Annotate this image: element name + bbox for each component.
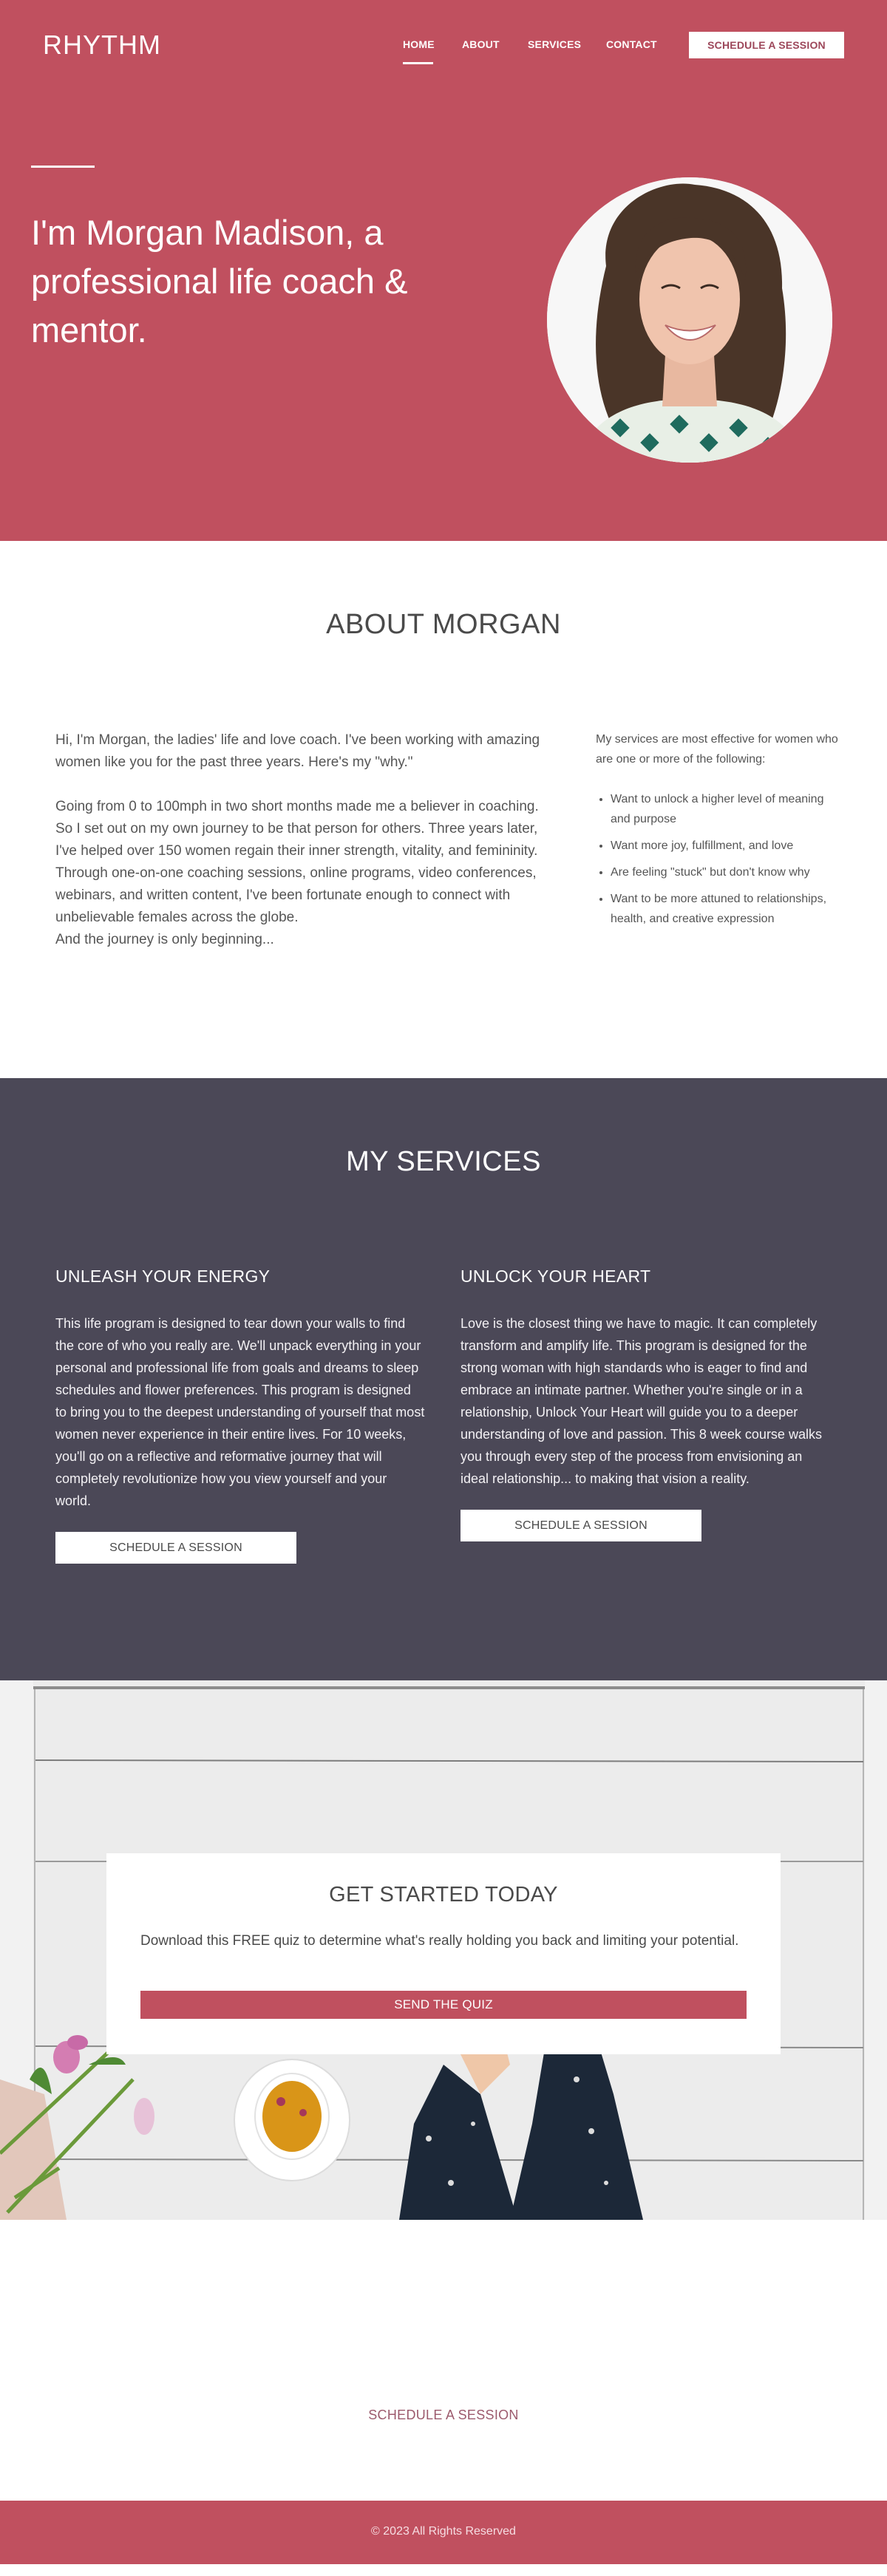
service-description: This life program is designed to tear do… (55, 1316, 425, 1508)
nav-item-services[interactable]: SERVICES (528, 38, 581, 50)
service-card-unleash-energy: UNLEASH YOUR ENERGY This life program is… (55, 1267, 425, 1564)
service-card-unlock-heart: UNLOCK YOUR HEART Love is the closest th… (461, 1267, 834, 1541)
hero-section: RHYTHM HOME ABOUT SERVICES CONTACT SCHED… (0, 0, 887, 541)
cta-section: SCHEDULE A SESSION (0, 2220, 887, 2501)
services-section: MY SERVICES UNLEASH YOUR ENERGY This lif… (0, 1078, 887, 1680)
about-audience: My services are most effective for women… (596, 729, 840, 936)
portrait-image (547, 177, 832, 463)
get-started-section: GET STARTED TODAY Download this FREE qui… (0, 1680, 887, 2220)
get-started-card: GET STARTED TODAY Download this FREE qui… (106, 1853, 781, 2054)
service-title: UNLEASH YOUR ENERGY (55, 1267, 271, 1286)
services-title: MY SERVICES (346, 1146, 541, 1177)
portrait-illustration (547, 177, 832, 463)
audience-list-item: Are feeling "stuck" but don't know why (611, 862, 840, 882)
about-paragraph: Hi, I'm Morgan, the ladies' life and lov… (55, 732, 540, 770)
schedule-session-button[interactable]: SCHEDULE A SESSION (55, 1532, 296, 1564)
active-nav-indicator (403, 62, 433, 64)
service-title: UNLOCK YOUR HEART (461, 1267, 651, 1286)
nav-item-about[interactable]: ABOUT (462, 38, 500, 50)
schedule-session-button[interactable]: SCHEDULE A SESSION (461, 1510, 701, 1541)
audience-list: Want to unlock a higher level of meaning… (596, 789, 840, 929)
about-section: ABOUT MORGAN Hi, I'm Morgan, the ladies'… (0, 541, 887, 1078)
nav-item-home[interactable]: HOME (403, 38, 435, 50)
logo[interactable]: RHYTHM (43, 30, 161, 61)
schedule-session-link[interactable]: SCHEDULE A SESSION (0, 2408, 887, 2423)
footer: © 2023 All Rights Reserved (0, 2501, 887, 2564)
about-paragraph: Going from 0 to 100mph in two short mont… (55, 796, 551, 951)
copyright-text: © 2023 All Rights Reserved (371, 2525, 516, 2538)
get-started-title: GET STARTED TODAY (329, 1883, 558, 1907)
audience-list-item: Want to unlock a higher level of meaning… (611, 789, 840, 829)
send-quiz-button[interactable]: SEND THE QUIZ (140, 1991, 747, 2019)
about-bio: Hi, I'm Morgan, the ladies' life and lov… (55, 729, 551, 951)
audience-list-item: Want to be more attuned to relationships… (611, 889, 840, 929)
audience-list-item: Want more joy, fulfillment, and love (611, 836, 840, 856)
schedule-session-header-button[interactable]: SCHEDULE A SESSION (689, 32, 844, 58)
about-title: ABOUT MORGAN (326, 609, 561, 640)
hero-title: I'm Morgan Madison, a professional life … (31, 213, 408, 350)
about-paragraph-text: Going from 0 to 100mph in two short mont… (55, 799, 539, 925)
audience-intro: My services are most effective for women… (596, 733, 838, 766)
hero-divider (31, 166, 95, 168)
service-description: Love is the closest thing we have to mag… (461, 1316, 822, 1486)
about-paragraph-closing: And the journey is only beginning... (55, 932, 274, 947)
get-started-description: Download this FREE quiz to determine wha… (140, 1933, 739, 1949)
nav-item-contact[interactable]: CONTACT (606, 38, 657, 50)
